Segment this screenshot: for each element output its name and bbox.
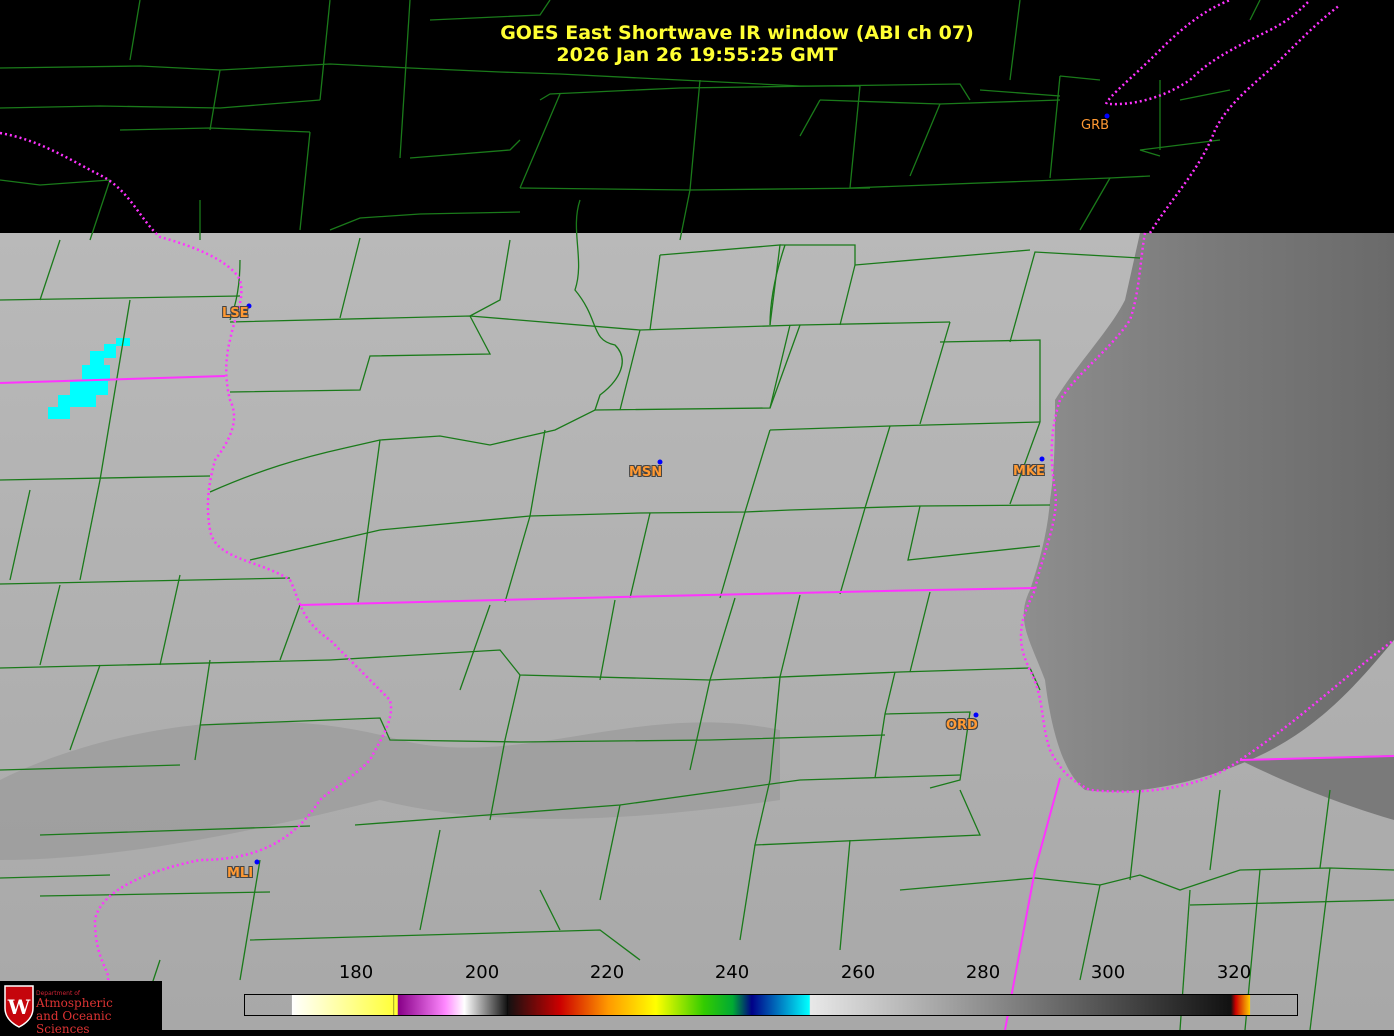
logo-name-text: Atmospheric and Oceanic Sciences bbox=[36, 997, 162, 1036]
image-timestamp: 2026 Jan 26 19:55:25 GMT bbox=[556, 44, 838, 66]
colorbar-tick: 260 bbox=[840, 962, 876, 983]
logo-name-line2: and Oceanic Sciences bbox=[36, 1009, 112, 1036]
colorbar-tick: 320 bbox=[1216, 962, 1252, 983]
station-label-msn: MSN bbox=[629, 465, 663, 480]
station-label-grb: GRB bbox=[1081, 118, 1110, 133]
image-title: GOES East Shortwave IR window (ABI ch 07… bbox=[500, 22, 974, 44]
colorbar-tick: 180 bbox=[338, 962, 374, 983]
uw-crest-icon: W bbox=[4, 985, 34, 1028]
colorbar-tick: 220 bbox=[589, 962, 625, 983]
colorbar-tick: 240 bbox=[714, 962, 750, 983]
colorbar-tick: 280 bbox=[965, 962, 1001, 983]
station-label-mke: MKE bbox=[1013, 464, 1045, 479]
colorbar-tick: 200 bbox=[464, 962, 500, 983]
aos-logo: W Department of Atmospheric and Oceanic … bbox=[0, 981, 162, 1036]
colorbar-tick: 300 bbox=[1090, 962, 1126, 983]
station-label-lse: LSE bbox=[222, 306, 249, 321]
temperature-colorbar bbox=[244, 994, 1298, 1016]
satellite-map bbox=[0, 0, 1394, 1030]
station-label-ord: ORD bbox=[946, 718, 978, 733]
station-label-mli: MLI bbox=[227, 866, 254, 881]
svg-text:W: W bbox=[7, 995, 31, 1019]
